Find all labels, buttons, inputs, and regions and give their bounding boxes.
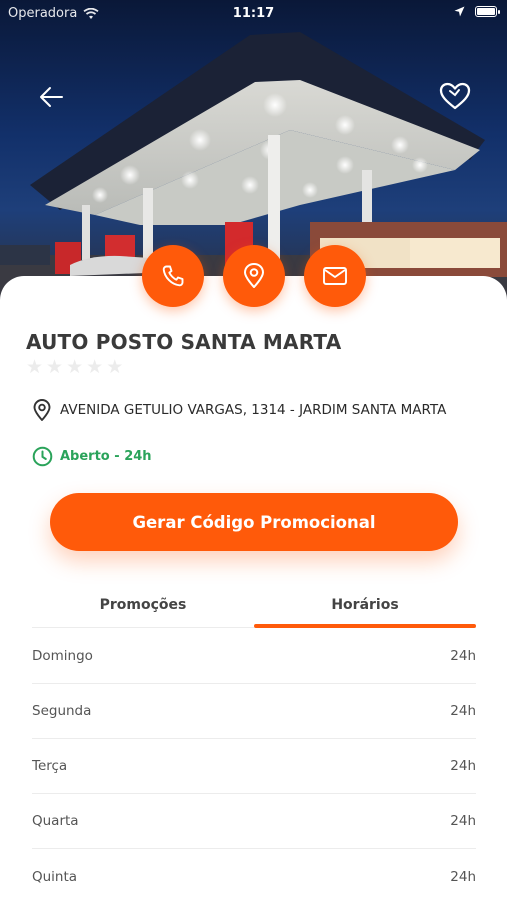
favorite-button[interactable] <box>438 80 472 112</box>
tabs: Promoções Horários <box>32 588 476 628</box>
tab-promocoes[interactable]: Promoções <box>32 588 254 627</box>
tab-horarios[interactable]: Horários <box>254 588 476 628</box>
schedule-day: Quarta <box>32 813 79 829</box>
location-arrow-icon <box>454 6 465 17</box>
schedule-row: Segunda 24h <box>32 684 476 739</box>
status-time: 11:17 <box>232 6 275 21</box>
station-name: AUTO POSTO SANTA MARTA <box>26 330 342 354</box>
schedule-row: Terça 24h <box>32 739 476 794</box>
location-pin-icon <box>244 263 264 288</box>
star-icon: ★ <box>46 356 64 378</box>
back-button[interactable] <box>36 82 68 112</box>
battery-icon <box>475 6 500 17</box>
map-pin-icon <box>33 399 51 421</box>
schedule-row: Quarta 24h <box>32 794 476 849</box>
call-button[interactable] <box>142 245 204 307</box>
schedule-row: Domingo 24h <box>32 629 476 684</box>
map-button[interactable] <box>223 245 285 307</box>
status-right <box>454 6 500 17</box>
email-button[interactable] <box>304 245 366 307</box>
arrow-left-icon <box>40 87 63 107</box>
star-icon: ★ <box>26 356 44 378</box>
mail-icon <box>323 267 347 285</box>
schedule-list: Domingo 24h Segunda 24h Terça 24h Quarta… <box>32 629 476 900</box>
open-status: Aberto - 24h <box>32 446 152 467</box>
schedule-hours: 24h <box>450 813 476 829</box>
clock-icon <box>32 446 53 467</box>
schedule-day: Domingo <box>32 648 93 664</box>
schedule-row: Quinta 24h <box>32 849 476 900</box>
rating-stars: ★ ★ ★ ★ ★ <box>26 358 123 377</box>
heart-icon <box>439 82 471 110</box>
star-icon: ★ <box>66 356 84 378</box>
open-status-text: Aberto - 24h <box>60 449 152 464</box>
schedule-hours: 24h <box>450 648 476 664</box>
generate-promo-code-button[interactable]: Gerar Código Promocional <box>50 493 458 551</box>
star-icon: ★ <box>106 356 124 378</box>
schedule-day: Quinta <box>32 868 78 885</box>
phone-icon <box>162 265 184 287</box>
address-text: AVENIDA GETULIO VARGAS, 1314 - JARDIM SA… <box>60 402 447 418</box>
schedule-hours: 24h <box>450 868 476 885</box>
address-row: AVENIDA GETULIO VARGAS, 1314 - JARDIM SA… <box>32 398 446 422</box>
schedule-hours: 24h <box>450 758 476 774</box>
schedule-day: Terça <box>32 758 68 774</box>
schedule-hours: 24h <box>450 703 476 719</box>
schedule-day: Segunda <box>32 703 92 719</box>
status-bar: Operadora 11:17 <box>0 0 507 28</box>
star-icon: ★ <box>86 356 104 378</box>
